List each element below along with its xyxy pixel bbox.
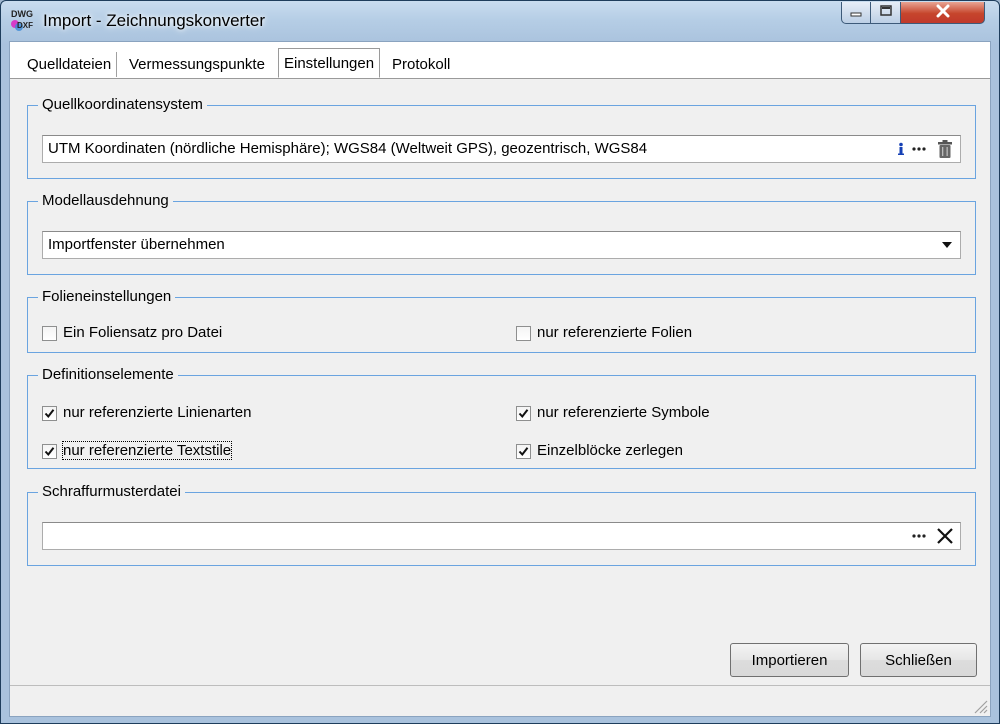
textstyles-checkbox[interactable] [42, 444, 57, 459]
tab-vermessungspunkte[interactable]: Vermessungspunkte [124, 52, 270, 77]
minimize-button[interactable] [841, 2, 871, 24]
close-icon [935, 4, 951, 22]
referenced-layers-checkbox[interactable] [516, 326, 531, 341]
symbols-label: nur referenzierte Symbole [537, 404, 710, 421]
model-extent-dropdown[interactable]: Importfenster übernehmen [42, 231, 961, 259]
definition-elements-group: Definitionselemente nur referenzierte Li… [27, 366, 976, 469]
one-layerset-checkbox[interactable] [42, 326, 57, 341]
status-bar [10, 685, 990, 716]
dialog-client-area: Quelldateien Vermessungspunkte Einstellu… [9, 41, 991, 717]
tab-strip: Quelldateien Vermessungspunkte Einstellu… [10, 42, 990, 79]
minimize-icon [849, 4, 863, 21]
window-title: Import - Zeichnungskonverter [43, 11, 266, 30]
source-crs-legend: Quellkoordinatensystem [38, 96, 207, 114]
settings-panel: Quellkoordinatensystem UTM Koordinaten (… [10, 78, 990, 716]
svg-text:DXF: DXF [17, 21, 33, 30]
trash-icon[interactable] [935, 139, 955, 159]
info-icon[interactable] [891, 139, 911, 159]
layer-settings-group: Folieneinstellungen Ein Foliensatz pro D… [27, 288, 976, 353]
source-crs-value: UTM Koordinaten (nördliche Hemisphäre); … [48, 140, 648, 157]
explode-blocks-checkbox[interactable] [516, 444, 531, 459]
symbols-checkbox[interactable] [516, 406, 531, 421]
close-button[interactable]: Schließen [860, 643, 977, 677]
model-extent-legend: Modellausdehnung [38, 192, 173, 210]
maximize-button[interactable] [871, 2, 901, 24]
import-button[interactable]: Importieren [730, 643, 849, 677]
maximize-icon [879, 4, 893, 21]
definition-elements-legend: Definitionselemente [38, 366, 178, 384]
hatch-file-legend: Schraffurmusterdatei [38, 483, 185, 501]
title-bar[interactable]: DWG DXF Import - Zeichnungskonverter [1, 1, 999, 41]
clear-x-icon[interactable] [935, 526, 955, 546]
checkmark-icon [44, 447, 55, 457]
one-layerset-label: Ein Foliensatz pro Datei [63, 324, 223, 341]
ellipsis-icon[interactable] [909, 526, 929, 546]
checkmark-icon [518, 409, 529, 419]
tab-quelldateien[interactable]: Quelldateien [22, 52, 118, 77]
textstyles-label: nur referenzierte Textstile [61, 441, 233, 460]
svg-text:DWG: DWG [11, 9, 33, 19]
checkmark-icon [518, 447, 529, 457]
hatch-file-group: Schraffurmusterdatei [27, 483, 976, 566]
dwg-dxf-icon: DWG DXF [10, 7, 34, 33]
checkmark-icon [44, 409, 55, 419]
dialog-window: DWG DXF Import - Zeichnungskonverter Que… [0, 0, 1000, 724]
linetypes-checkbox[interactable] [42, 406, 57, 421]
model-extent-group: Modellausdehnung Importfenster übernehme… [27, 192, 976, 275]
tab-protokoll[interactable]: Protokoll [387, 52, 455, 77]
layer-settings-legend: Folieneinstellungen [38, 288, 176, 306]
close-window-button[interactable] [901, 2, 985, 24]
model-extent-selected: Importfenster übernehmen [48, 236, 225, 253]
ellipsis-icon[interactable] [909, 139, 929, 159]
linetypes-label: nur referenzierte Linienarten [63, 404, 252, 421]
resize-grip-icon[interactable] [972, 698, 988, 714]
chevron-down-icon[interactable] [936, 234, 958, 256]
hatch-file-field[interactable] [42, 522, 961, 550]
source-crs-field[interactable]: UTM Koordinaten (nördliche Hemisphäre); … [42, 135, 961, 163]
tab-einstellungen[interactable]: Einstellungen [278, 48, 381, 78]
referenced-layers-label: nur referenzierte Folien [537, 324, 693, 341]
source-crs-group: Quellkoordinatensystem UTM Koordinaten (… [27, 96, 976, 179]
explode-blocks-label: Einzelblöcke zerlegen [537, 442, 683, 459]
